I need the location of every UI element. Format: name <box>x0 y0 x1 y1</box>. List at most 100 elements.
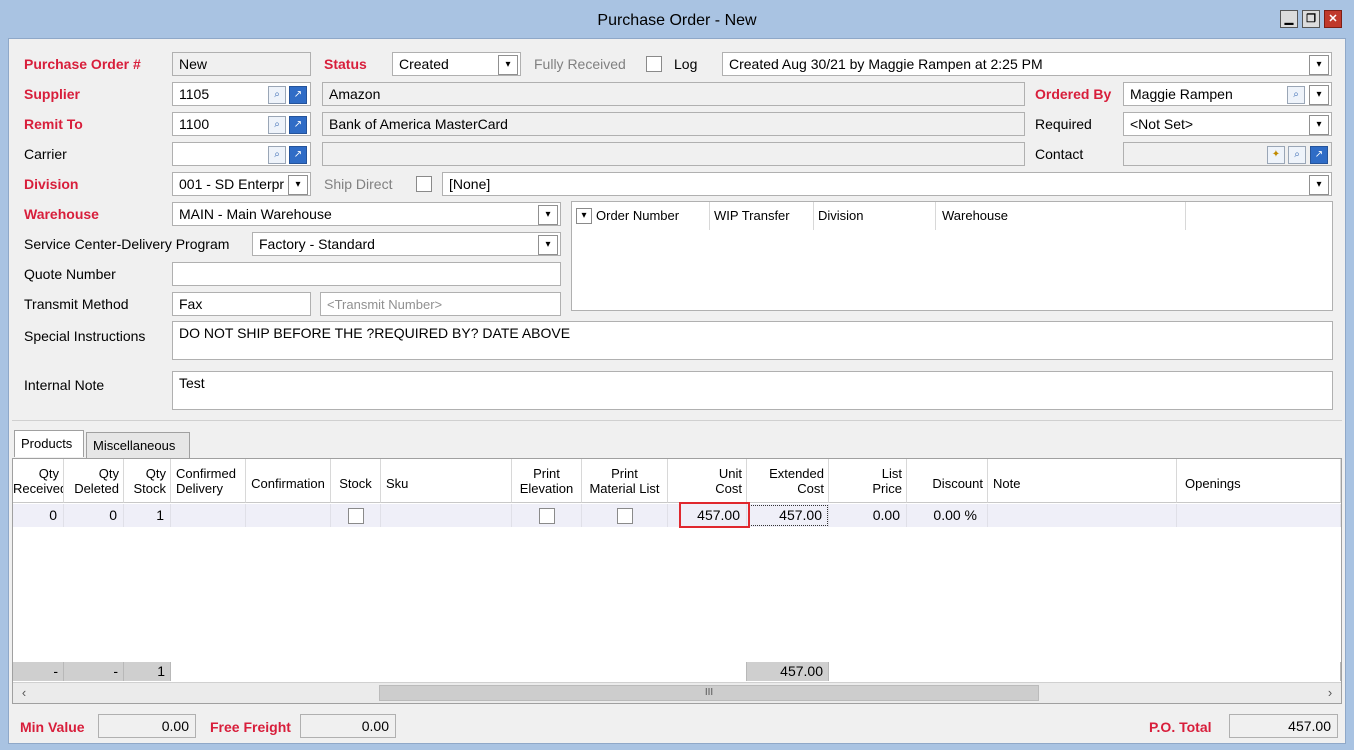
cell-discount[interactable]: 0.00 % <box>907 504 988 527</box>
remit-code-field[interactable]: 1100 ⌕ ↗ <box>172 112 311 136</box>
cell-unit-cost[interactable]: 457.00 <box>668 504 747 527</box>
cell-extended-cost[interactable]: 457.00 <box>747 504 829 527</box>
new-contact-icon[interactable]: ✦ <box>1267 146 1285 164</box>
search-icon[interactable]: ⌕ <box>268 116 286 134</box>
header-discount[interactable]: Discount <box>907 459 988 503</box>
products-grid[interactable]: Qty Received Qty Deleted Qty Stock Confi… <box>12 458 1342 704</box>
cell-confirmed-delivery[interactable] <box>171 504 246 527</box>
fully-received-checkbox[interactable] <box>646 56 662 72</box>
service-center-select[interactable]: Factory - Standard ▾ <box>252 232 561 256</box>
horizontal-scrollbar[interactable]: ‹ III › <box>13 682 1341 703</box>
remit-to-label: Remit To <box>24 116 83 132</box>
status-select[interactable]: Created ▾ <box>392 52 521 76</box>
tab-products[interactable]: Products <box>14 430 84 457</box>
tab-miscellaneous[interactable]: Miscellaneous <box>86 432 190 458</box>
order-list-view[interactable]: Order Number ▾ WIP Transfer Division War… <box>571 201 1333 311</box>
cell-list-price[interactable]: 0.00 <box>829 504 907 527</box>
header-confirmed-delivery[interactable]: Confirmed Delivery <box>171 459 246 503</box>
contact-field[interactable]: ✦ ⌕ ↗ <box>1123 142 1332 166</box>
close-button[interactable]: ✕ <box>1324 10 1342 28</box>
transmit-number-input[interactable]: <Transmit Number> <box>320 292 561 316</box>
fully-received-label: Fully Received <box>534 56 626 72</box>
ship-direct-checkbox[interactable] <box>416 176 432 192</box>
column-order-number[interactable]: Order Number <box>572 202 710 230</box>
header-extended-cost[interactable]: Extended Cost <box>747 459 829 503</box>
warehouse-select[interactable]: MAIN - Main Warehouse ▾ <box>172 202 561 226</box>
contact-label: Contact <box>1035 146 1084 162</box>
scroll-right-icon[interactable]: › <box>1321 685 1339 701</box>
header-print-material-list[interactable]: Print Material List <box>582 459 668 503</box>
header-unit-cost[interactable]: Unit Cost <box>668 459 747 503</box>
column-wip-transfer[interactable]: WIP Transfer <box>710 202 814 230</box>
minimize-button[interactable]: ▁ <box>1280 10 1298 28</box>
chevron-down-icon[interactable]: ▾ <box>1309 175 1329 195</box>
cell-qty-received[interactable]: 0 <box>13 504 64 527</box>
quote-number-input[interactable] <box>172 262 561 286</box>
cell-openings[interactable] <box>1177 504 1341 527</box>
special-instructions-input[interactable]: DO NOT SHIP BEFORE THE ?REQUIRED BY? DAT… <box>172 321 1333 360</box>
cell-stock <box>331 504 381 527</box>
scroll-left-icon[interactable]: ‹ <box>15 685 33 701</box>
remit-code-value: 1100 <box>179 116 210 132</box>
warehouse-value: MAIN - Main Warehouse <box>179 206 332 222</box>
maximize-button[interactable]: ❐ <box>1302 10 1320 28</box>
transmit-method-field[interactable]: Fax <box>172 292 311 316</box>
ship-direct-select[interactable]: [None] ▾ <box>442 172 1332 196</box>
cell-qty-deleted[interactable]: 0 <box>64 504 124 527</box>
chevron-down-icon[interactable]: ▾ <box>576 208 592 224</box>
column-warehouse[interactable]: Warehouse <box>936 202 1186 230</box>
header-openings[interactable]: Openings <box>1177 459 1341 503</box>
open-record-icon[interactable]: ↗ <box>289 86 307 104</box>
po-total-label: P.O. Total <box>1149 719 1212 735</box>
chevron-down-icon[interactable]: ▾ <box>538 235 558 255</box>
header-stock[interactable]: Stock <box>331 459 381 503</box>
header-note[interactable]: Note <box>988 459 1177 503</box>
search-icon[interactable]: ⌕ <box>268 146 286 164</box>
supplier-code-value: 1105 <box>179 86 210 102</box>
chevron-down-icon[interactable]: ▾ <box>538 205 558 225</box>
open-record-icon[interactable]: ↗ <box>289 146 307 164</box>
header-confirmation[interactable]: Confirmation <box>246 459 331 503</box>
chevron-down-icon[interactable]: ▾ <box>288 175 308 195</box>
status-label: Status <box>324 56 367 72</box>
chevron-down-icon[interactable]: ▾ <box>1309 55 1329 75</box>
min-value-label: Min Value <box>20 719 85 735</box>
cell-qty-stock[interactable]: 1 <box>124 504 171 527</box>
required-select[interactable]: <Not Set> ▾ <box>1123 112 1332 136</box>
cell-note[interactable] <box>988 504 1177 527</box>
search-icon[interactable]: ⌕ <box>268 86 286 104</box>
print-material-checkbox[interactable] <box>617 508 633 524</box>
chevron-down-icon[interactable]: ▾ <box>498 55 518 75</box>
internal-note-input[interactable]: Test <box>172 371 1333 410</box>
header-qty-received[interactable]: Qty Received <box>13 459 64 503</box>
carrier-code-field[interactable]: ⌕ ↗ <box>172 142 311 166</box>
division-select[interactable]: 001 - SD Enterpr ▾ <box>172 172 311 196</box>
chevron-down-icon[interactable]: ▾ <box>1309 115 1329 135</box>
supplier-name-field: Amazon <box>322 82 1025 106</box>
cell-confirmation[interactable] <box>246 504 331 527</box>
scroll-thumb[interactable]: III <box>379 685 1039 701</box>
service-center-label: Service Center-Delivery Program <box>24 236 230 252</box>
header-qty-deleted[interactable]: Qty Deleted <box>64 459 124 503</box>
header-print-elevation[interactable]: Print Elevation <box>512 459 582 503</box>
carrier-name-field <box>322 142 1025 166</box>
divider <box>12 420 1342 421</box>
search-icon[interactable]: ⌕ <box>1287 86 1305 104</box>
cell-sku[interactable] <box>381 504 512 527</box>
ordered-by-field[interactable]: Maggie Rampen ⌕ ▾ <box>1123 82 1332 106</box>
division-label: Division <box>24 176 79 192</box>
open-record-icon[interactable]: ↗ <box>1310 146 1328 164</box>
print-elevation-checkbox[interactable] <box>539 508 555 524</box>
internal-note-label: Internal Note <box>24 377 105 393</box>
open-record-icon[interactable]: ↗ <box>289 116 307 134</box>
column-division[interactable]: Division <box>814 202 936 230</box>
chevron-down-icon[interactable]: ▾ <box>1309 85 1329 105</box>
header-list-price[interactable]: List Price <box>829 459 907 503</box>
log-select[interactable]: Created Aug 30/21 by Maggie Rampen at 2:… <box>722 52 1332 76</box>
supplier-code-field[interactable]: 1105 ⌕ ↗ <box>172 82 311 106</box>
header-sku[interactable]: Sku <box>381 459 512 503</box>
search-icon[interactable]: ⌕ <box>1288 146 1306 164</box>
header-qty-stock[interactable]: Qty Stock <box>124 459 171 503</box>
ordered-by-value: Maggie Rampen <box>1130 86 1233 102</box>
stock-checkbox[interactable] <box>348 508 364 524</box>
